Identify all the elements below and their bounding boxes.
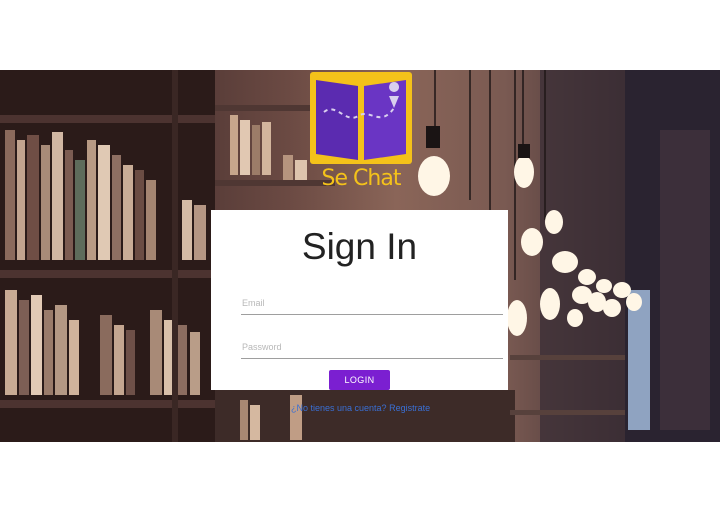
- register-link[interactable]: Registrate: [389, 403, 430, 413]
- signup-prompt: ¿No tienes una cuenta? Registrate: [291, 403, 430, 413]
- logo-text: Se Chat: [321, 166, 402, 191]
- password-field[interactable]: [241, 336, 503, 359]
- login-card: Sign In LOGIN: [211, 210, 508, 390]
- login-button[interactable]: LOGIN: [329, 370, 390, 390]
- email-field[interactable]: [241, 292, 503, 315]
- signup-text: ¿No tienes una cuenta?: [291, 403, 387, 413]
- sechat-logo: Se Chat: [310, 72, 412, 196]
- page-title: Sign In: [301, 226, 418, 267]
- book-logo-icon: [310, 72, 412, 164]
